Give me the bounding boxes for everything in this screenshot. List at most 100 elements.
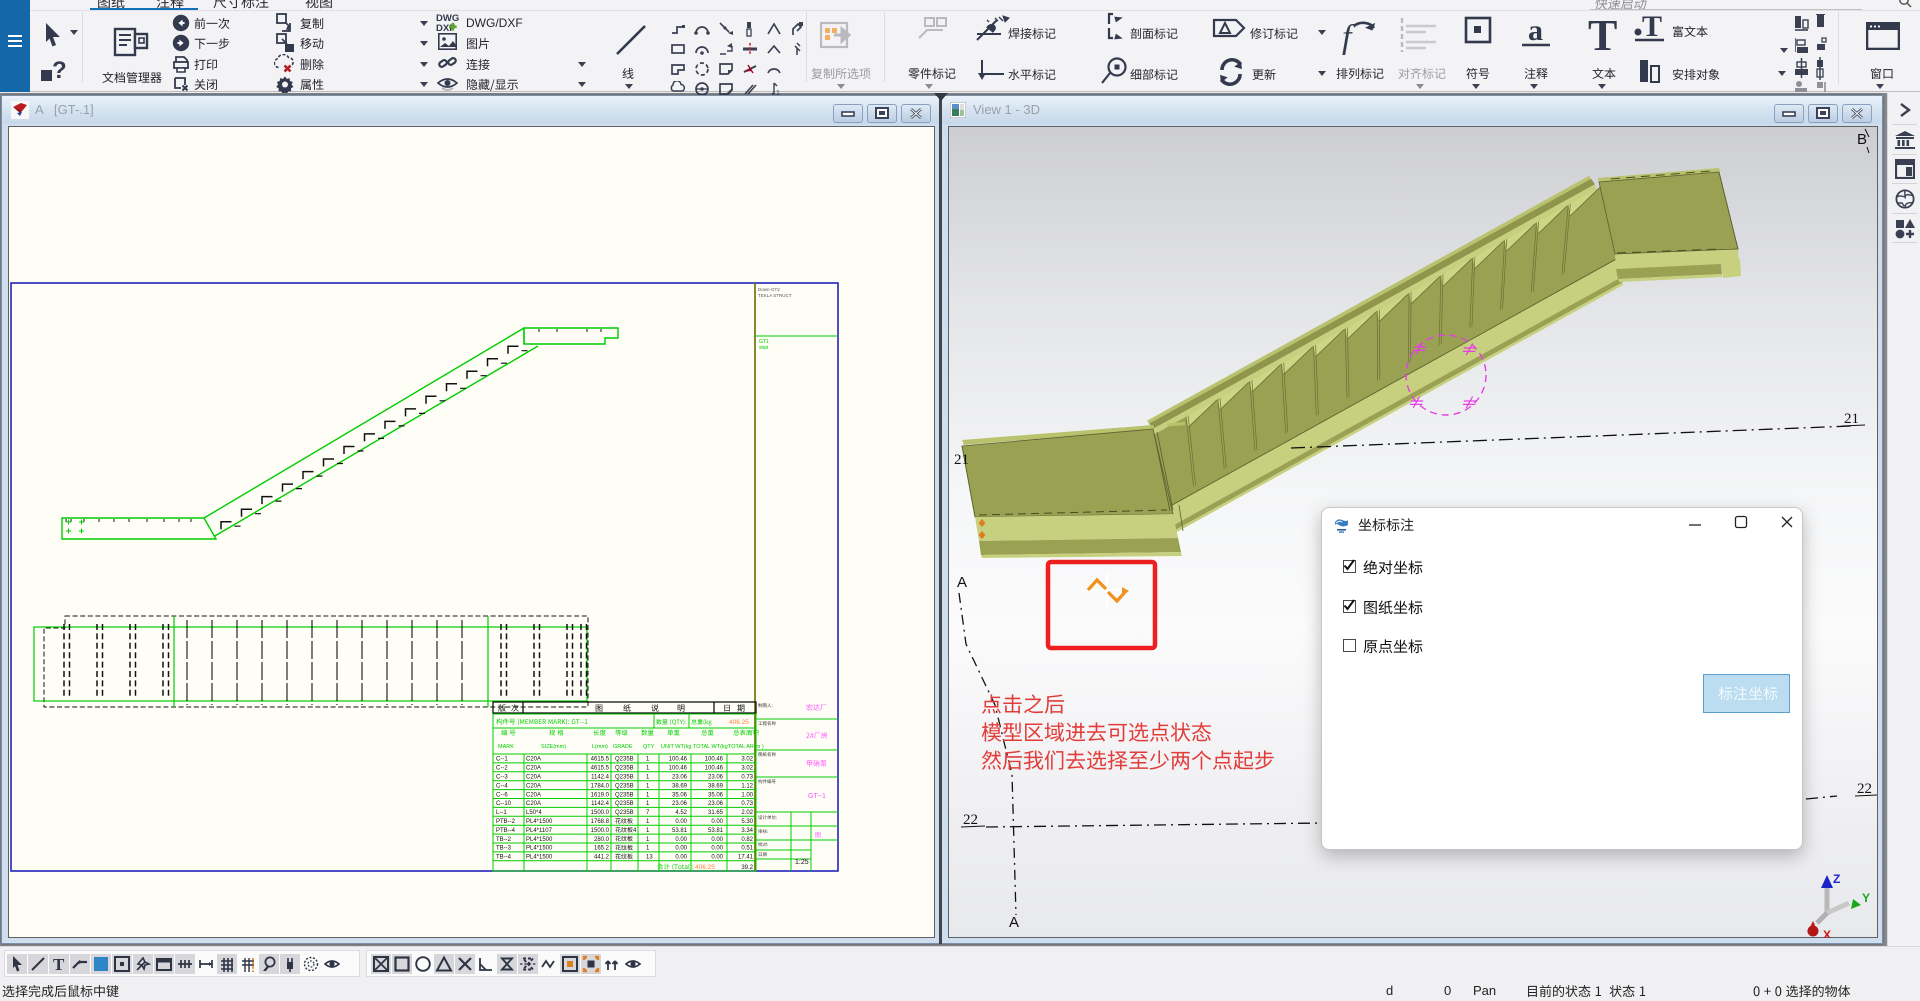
svg-text:C--6: C--6 (496, 792, 508, 798)
svg-text:31.65: 31.65 (708, 810, 724, 816)
svg-text:C--4: C--4 (496, 783, 508, 789)
svg-text:5.30: 5.30 (741, 819, 753, 825)
svg-text:53.81: 53.81 (708, 828, 724, 834)
svg-text:1:25: 1:25 (795, 859, 809, 866)
svg-text:38.69: 38.69 (708, 783, 724, 789)
svg-text:TB--2: TB--2 (496, 837, 512, 843)
svg-text:Q235B: Q235B (615, 775, 634, 781)
svg-text:TOTAL WT(kg: TOTAL WT(kg (693, 744, 728, 750)
svg-text:1142.4: 1142.4 (591, 801, 610, 807)
svg-text:100.46: 100.46 (669, 757, 688, 763)
svg-text:1768.8: 1768.8 (591, 819, 610, 825)
svg-text:L--1: L--1 (496, 810, 507, 816)
svg-text:C--2: C--2 (496, 766, 508, 772)
svg-text:441.2: 441.2 (594, 855, 610, 861)
svg-text:21: 21 (954, 452, 969, 468)
svg-text:GT--1: GT--1 (808, 793, 826, 800)
svg-text:?: ? (52, 58, 66, 84)
svg-text:1: 1 (646, 837, 650, 843)
svg-text:2.02: 2.02 (741, 810, 753, 816)
svg-text:23.06: 23.06 (708, 775, 724, 781)
svg-text:280.0: 280.0 (594, 837, 610, 843)
svg-text:0.82: 0.82 (741, 837, 753, 843)
svg-text:21: 21 (1844, 411, 1859, 427)
svg-text:0.73: 0.73 (741, 775, 753, 781)
svg-text:T: T (53, 955, 65, 974)
svg-text:39.2: 39.2 (741, 865, 753, 871)
svg-text:3.34: 3.34 (741, 828, 753, 834)
svg-text:17.41: 17.41 (738, 855, 754, 861)
svg-text:1: 1 (646, 828, 650, 834)
svg-text:1.12: 1.12 (741, 783, 753, 789)
svg-text:4.52: 4.52 (675, 810, 687, 816)
svg-text:Q235B: Q235B (615, 810, 634, 816)
svg-text:22: 22 (963, 812, 978, 828)
svg-text:0.00: 0.00 (675, 819, 687, 825)
svg-text:1: 1 (646, 819, 650, 825)
svg-text:C--10: C--10 (496, 801, 512, 807)
svg-text:0.00: 0.00 (711, 846, 723, 852)
svg-text:Z: Z (1833, 872, 1840, 886)
svg-text:0.00: 0.00 (711, 837, 723, 843)
svg-text:23.06: 23.06 (708, 801, 724, 807)
svg-text:4615.5: 4615.5 (591, 766, 610, 772)
svg-text:PL4*1500: PL4*1500 (526, 819, 553, 825)
svg-text:Q235B: Q235B (615, 757, 634, 763)
svg-text:PTB--4: PTB--4 (496, 828, 516, 834)
svg-text:PL4*1500: PL4*1500 (526, 855, 553, 861)
svg-text:1: 1 (646, 783, 650, 789)
svg-text:Q235B: Q235B (615, 792, 634, 798)
svg-text:1619.0: 1619.0 (591, 792, 610, 798)
svg-text:L(mm): L(mm) (592, 744, 608, 750)
svg-text:4615.5: 4615.5 (591, 757, 610, 763)
svg-text:TEKLA STRUCT: TEKLA STRUCT (758, 293, 792, 298)
svg-text:100.46: 100.46 (705, 757, 724, 763)
svg-text:53.81: 53.81 (672, 828, 688, 834)
svg-text:PL4*1500: PL4*1500 (526, 837, 553, 843)
svg-text:T: T (1642, 12, 1662, 42)
svg-text:A: A (957, 574, 967, 591)
svg-text:23.06: 23.06 (672, 775, 688, 781)
svg-text:C20A: C20A (526, 783, 541, 789)
svg-text:C--1: C--1 (496, 757, 508, 763)
svg-text:22: 22 (1857, 781, 1872, 797)
svg-text:0.51: 0.51 (741, 846, 753, 852)
svg-text:1: 1 (646, 801, 650, 807)
svg-text:13: 13 (646, 855, 653, 861)
svg-text:1500.0: 1500.0 (591, 828, 610, 834)
svg-text:C20A: C20A (526, 766, 541, 772)
svg-text:100.46: 100.46 (705, 766, 724, 772)
svg-text:TB--4: TB--4 (496, 855, 512, 861)
svg-text:C--3: C--3 (496, 775, 508, 781)
svg-text:stair: stair (759, 345, 769, 351)
svg-text:L50*4: L50*4 (526, 810, 542, 816)
svg-text:QTY: QTY (643, 744, 655, 750)
svg-text:a: a (1528, 14, 1543, 47)
svg-text:PL4*1107: PL4*1107 (526, 828, 553, 834)
svg-text:C20A: C20A (526, 792, 541, 798)
svg-text:C20A: C20A (526, 757, 541, 763)
svg-text:B: B (1857, 131, 1867, 148)
svg-text:35.06: 35.06 (672, 792, 688, 798)
svg-text:1500.0: 1500.0 (591, 810, 610, 816)
svg-text:1.00: 1.00 (741, 792, 753, 798)
svg-text:1: 1 (646, 757, 650, 763)
svg-text:406.25: 406.25 (695, 864, 715, 871)
svg-text:23.06: 23.06 (672, 801, 688, 807)
svg-text:7: 7 (646, 810, 650, 816)
svg-text:Q235B: Q235B (615, 801, 634, 807)
svg-text:0.00: 0.00 (675, 837, 687, 843)
svg-text:3.02: 3.02 (741, 757, 753, 763)
svg-text:TOTAL AR(m ): TOTAL AR(m ) (728, 744, 764, 750)
svg-text:35.06: 35.06 (708, 792, 724, 798)
svg-text:T: T (1588, 12, 1617, 54)
svg-text:1: 1 (646, 846, 650, 852)
svg-text:Q235B: Q235B (615, 766, 634, 772)
svg-text:PTB--2: PTB--2 (496, 819, 516, 825)
svg-text:406.25: 406.25 (729, 719, 749, 726)
svg-text:Q235B: Q235B (615, 783, 634, 789)
svg-text:0.00: 0.00 (711, 855, 723, 861)
svg-text:A: A (1009, 914, 1019, 931)
svg-text:1: 1 (646, 792, 650, 798)
svg-text:PL4*1500: PL4*1500 (526, 846, 553, 852)
